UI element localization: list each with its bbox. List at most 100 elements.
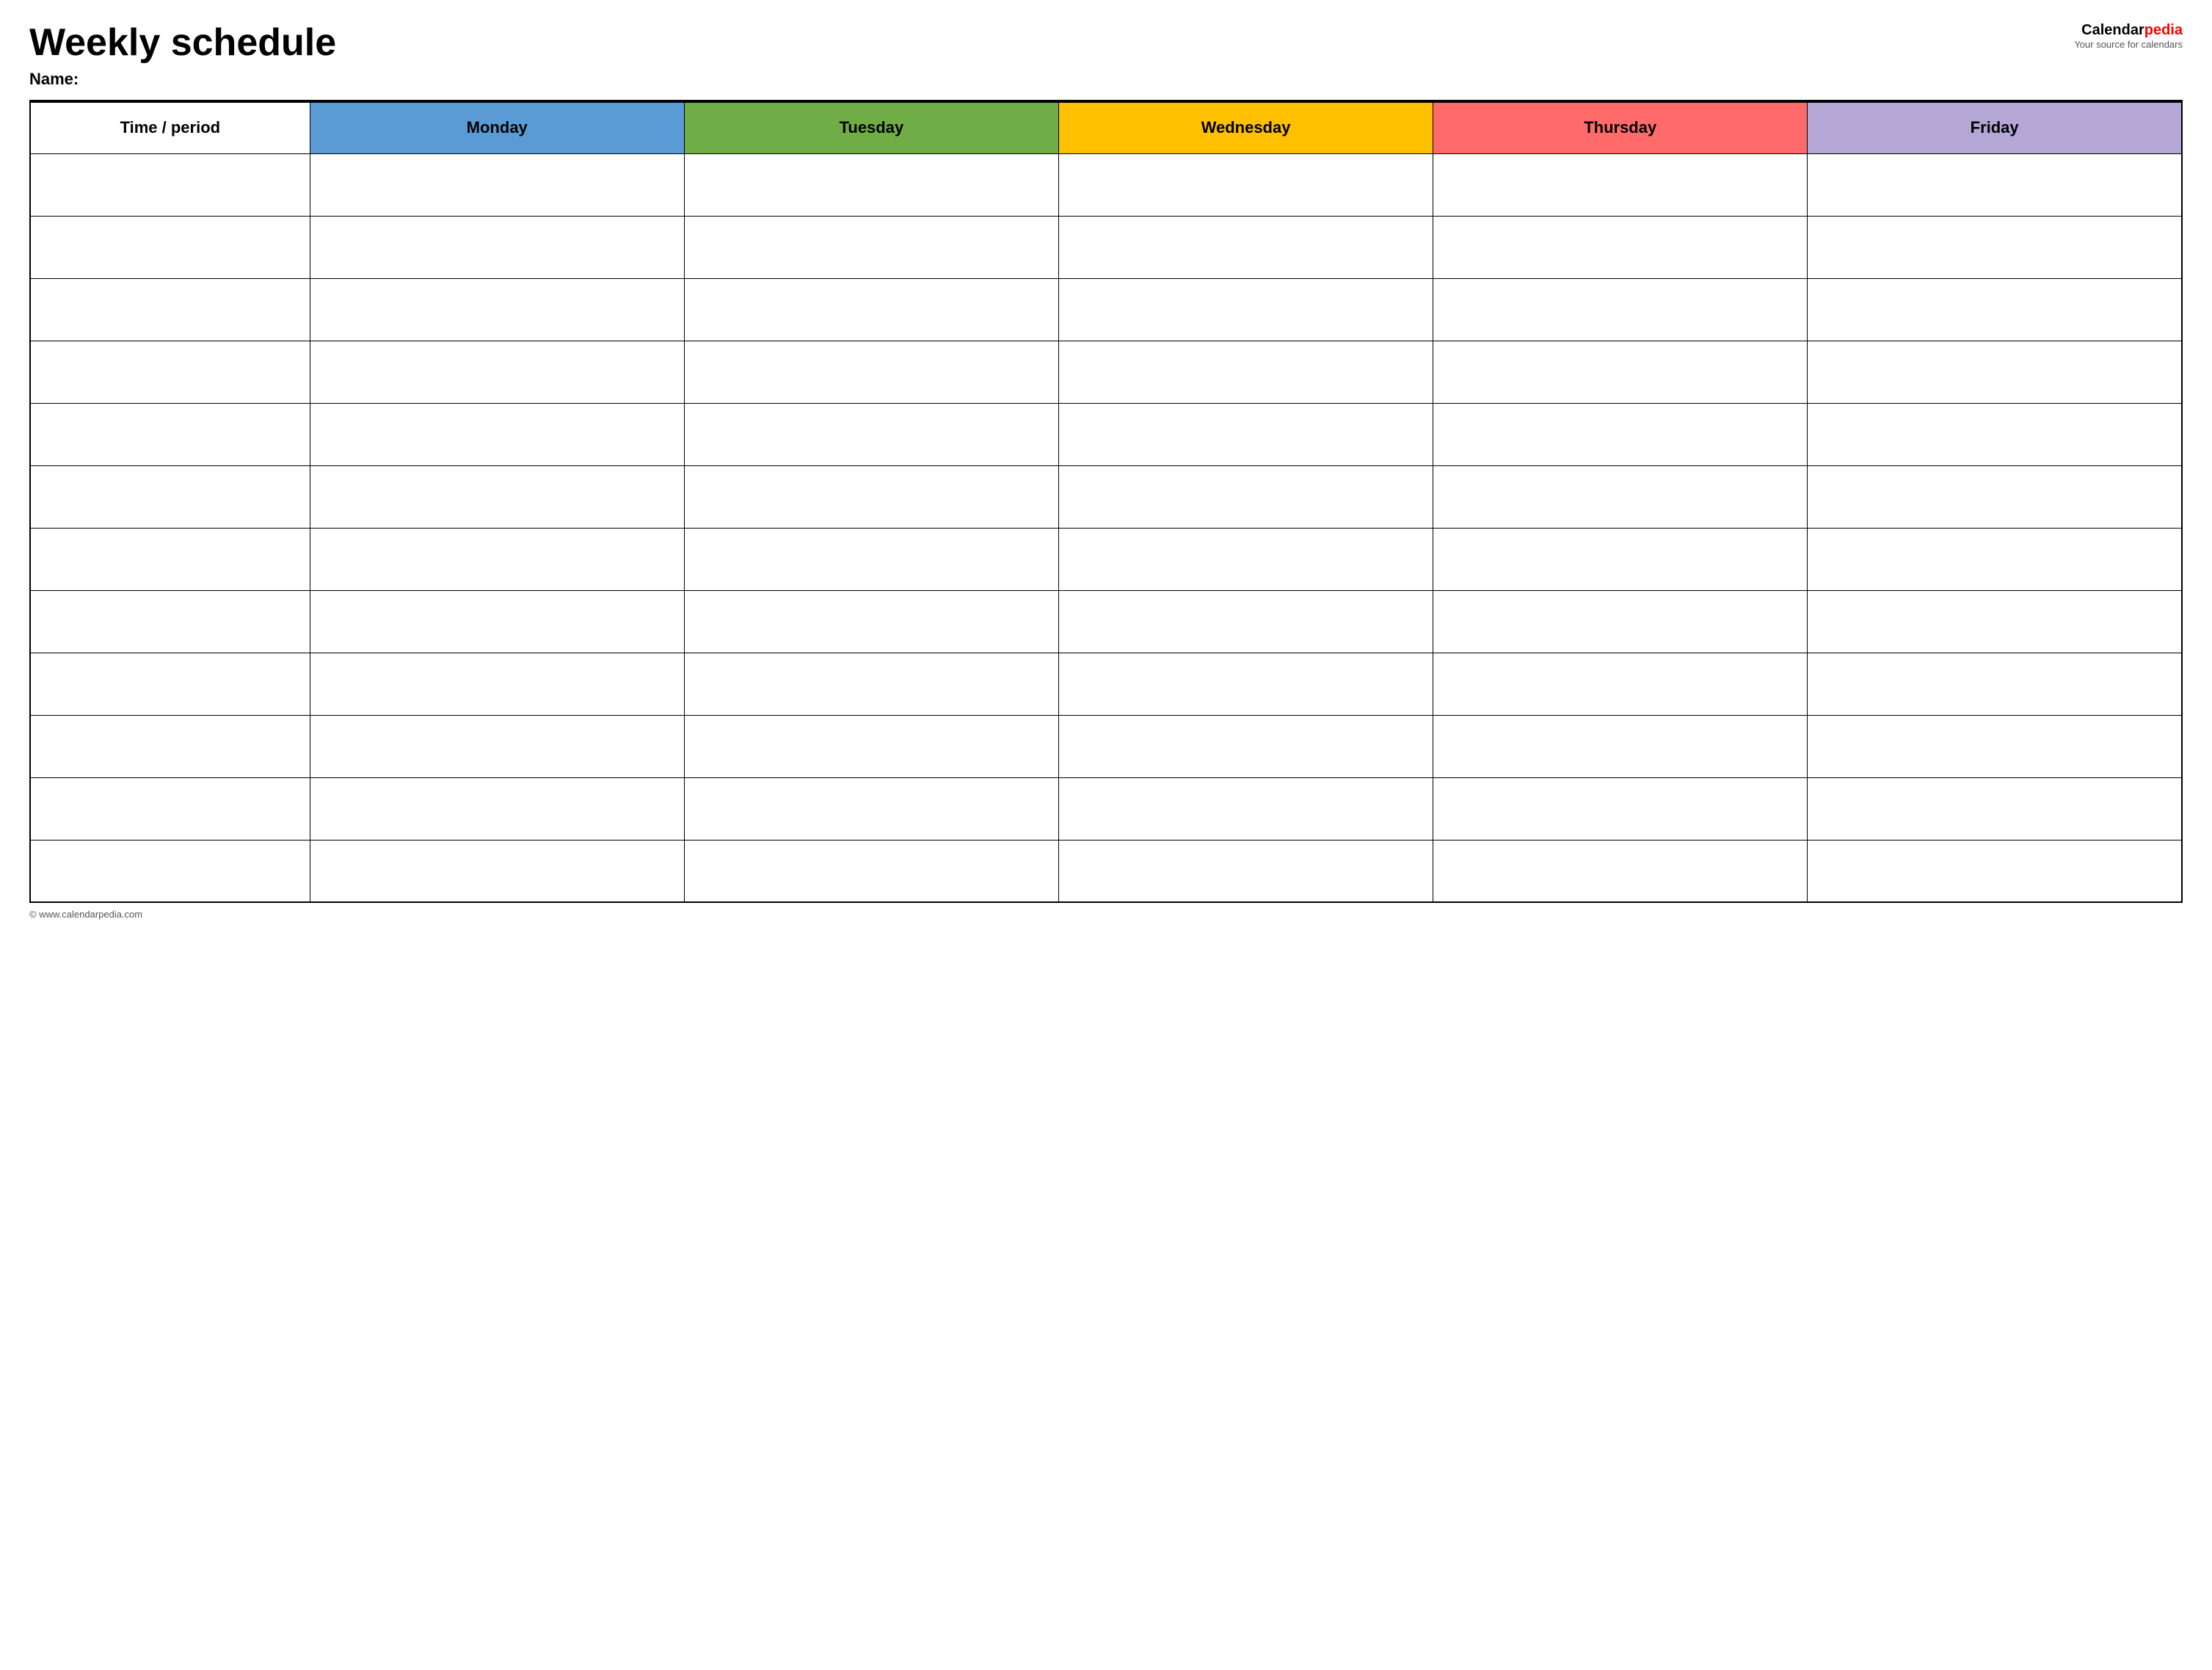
logo-brand: Calendarpedia <box>2074 22 2183 39</box>
table-header-row: Time / period Monday Tuesday Wednesday T… <box>30 102 2182 153</box>
table-cell[interactable] <box>684 777 1058 840</box>
table-cell[interactable] <box>310 840 684 902</box>
table-cell[interactable] <box>1433 216 1808 278</box>
table-row <box>30 216 2182 278</box>
table-row <box>30 715 2182 777</box>
table-cell[interactable] <box>30 153 310 216</box>
table-cell[interactable] <box>684 528 1058 590</box>
table-cell[interactable] <box>30 590 310 653</box>
table-row <box>30 341 2182 403</box>
table-row <box>30 278 2182 341</box>
table-row <box>30 528 2182 590</box>
page-title: Weekly schedule <box>29 22 2074 64</box>
table-cell[interactable] <box>684 153 1058 216</box>
table-cell[interactable] <box>1058 341 1433 403</box>
logo-pedia: pedia <box>2144 22 2183 38</box>
table-cell[interactable] <box>684 278 1058 341</box>
table-row <box>30 465 2182 528</box>
schedule-table: Time / period Monday Tuesday Wednesday T… <box>29 101 2183 903</box>
table-cell[interactable] <box>30 465 310 528</box>
table-cell[interactable] <box>1808 590 2182 653</box>
footer-copyright: © www.calendarpedia.com <box>29 909 2183 920</box>
table-cell[interactable] <box>1808 777 2182 840</box>
table-cell[interactable] <box>1808 465 2182 528</box>
table-cell[interactable] <box>1808 341 2182 403</box>
table-cell[interactable] <box>30 278 310 341</box>
table-cell[interactable] <box>1433 715 1808 777</box>
table-cell[interactable] <box>1433 153 1808 216</box>
col-friday: Friday <box>1808 102 2182 153</box>
table-cell[interactable] <box>310 341 684 403</box>
table-cell[interactable] <box>30 403 310 465</box>
table-cell[interactable] <box>310 465 684 528</box>
title-area: Weekly schedule Name: <box>29 22 2074 89</box>
table-cell[interactable] <box>1808 840 2182 902</box>
name-label: Name: <box>29 70 2074 89</box>
table-cell[interactable] <box>1433 777 1808 840</box>
table-cell[interactable] <box>310 653 684 715</box>
table-cell[interactable] <box>684 216 1058 278</box>
table-cell[interactable] <box>30 777 310 840</box>
table-cell[interactable] <box>1433 403 1808 465</box>
table-cell[interactable] <box>1058 840 1433 902</box>
table-cell[interactable] <box>684 465 1058 528</box>
table-cell[interactable] <box>30 528 310 590</box>
table-cell[interactable] <box>1808 216 2182 278</box>
table-row <box>30 777 2182 840</box>
table-cell[interactable] <box>1433 341 1808 403</box>
table-cell[interactable] <box>1433 840 1808 902</box>
table-cell[interactable] <box>30 216 310 278</box>
table-cell[interactable] <box>1058 278 1433 341</box>
table-cell[interactable] <box>1808 715 2182 777</box>
table-cell[interactable] <box>1808 653 2182 715</box>
table-cell[interactable] <box>1058 528 1433 590</box>
table-cell[interactable] <box>1058 216 1433 278</box>
table-cell[interactable] <box>1808 278 2182 341</box>
table-cell[interactable] <box>30 715 310 777</box>
table-cell[interactable] <box>1433 278 1808 341</box>
table-cell[interactable] <box>310 590 684 653</box>
table-cell[interactable] <box>1058 715 1433 777</box>
table-cell[interactable] <box>310 715 684 777</box>
table-cell[interactable] <box>684 840 1058 902</box>
table-cell[interactable] <box>310 278 684 341</box>
table-cell[interactable] <box>1433 465 1808 528</box>
col-tuesday: Tuesday <box>684 102 1058 153</box>
table-cell[interactable] <box>684 403 1058 465</box>
logo-calendar: Calendar <box>2081 22 2144 38</box>
logo-subtitle: Your source for calendars <box>2074 39 2183 50</box>
table-cell[interactable] <box>684 653 1058 715</box>
table-cell[interactable] <box>1808 528 2182 590</box>
table-cell[interactable] <box>1808 153 2182 216</box>
table-cell[interactable] <box>1808 403 2182 465</box>
table-cell[interactable] <box>310 528 684 590</box>
table-cell[interactable] <box>1058 465 1433 528</box>
table-cell[interactable] <box>684 590 1058 653</box>
table-cell[interactable] <box>310 216 684 278</box>
table-cell[interactable] <box>30 653 310 715</box>
table-cell[interactable] <box>1058 153 1433 216</box>
table-cell[interactable] <box>1058 403 1433 465</box>
table-cell[interactable] <box>684 341 1058 403</box>
table-cell[interactable] <box>310 403 684 465</box>
table-cell[interactable] <box>30 840 310 902</box>
table-row <box>30 590 2182 653</box>
table-cell[interactable] <box>1058 777 1433 840</box>
col-time: Time / period <box>30 102 310 153</box>
table-row <box>30 403 2182 465</box>
table-cell[interactable] <box>310 777 684 840</box>
table-row <box>30 840 2182 902</box>
table-cell[interactable] <box>30 341 310 403</box>
table-cell[interactable] <box>1058 590 1433 653</box>
table-cell[interactable] <box>684 715 1058 777</box>
table-row <box>30 653 2182 715</box>
table-cell[interactable] <box>1433 590 1808 653</box>
table-cell[interactable] <box>310 153 684 216</box>
table-cell[interactable] <box>1433 528 1808 590</box>
table-cell[interactable] <box>1058 653 1433 715</box>
table-cell[interactable] <box>1433 653 1808 715</box>
col-thursday: Thursday <box>1433 102 1808 153</box>
table-body <box>30 153 2182 902</box>
logo-area: Calendarpedia Your source for calendars <box>2074 22 2183 50</box>
col-wednesday: Wednesday <box>1058 102 1433 153</box>
